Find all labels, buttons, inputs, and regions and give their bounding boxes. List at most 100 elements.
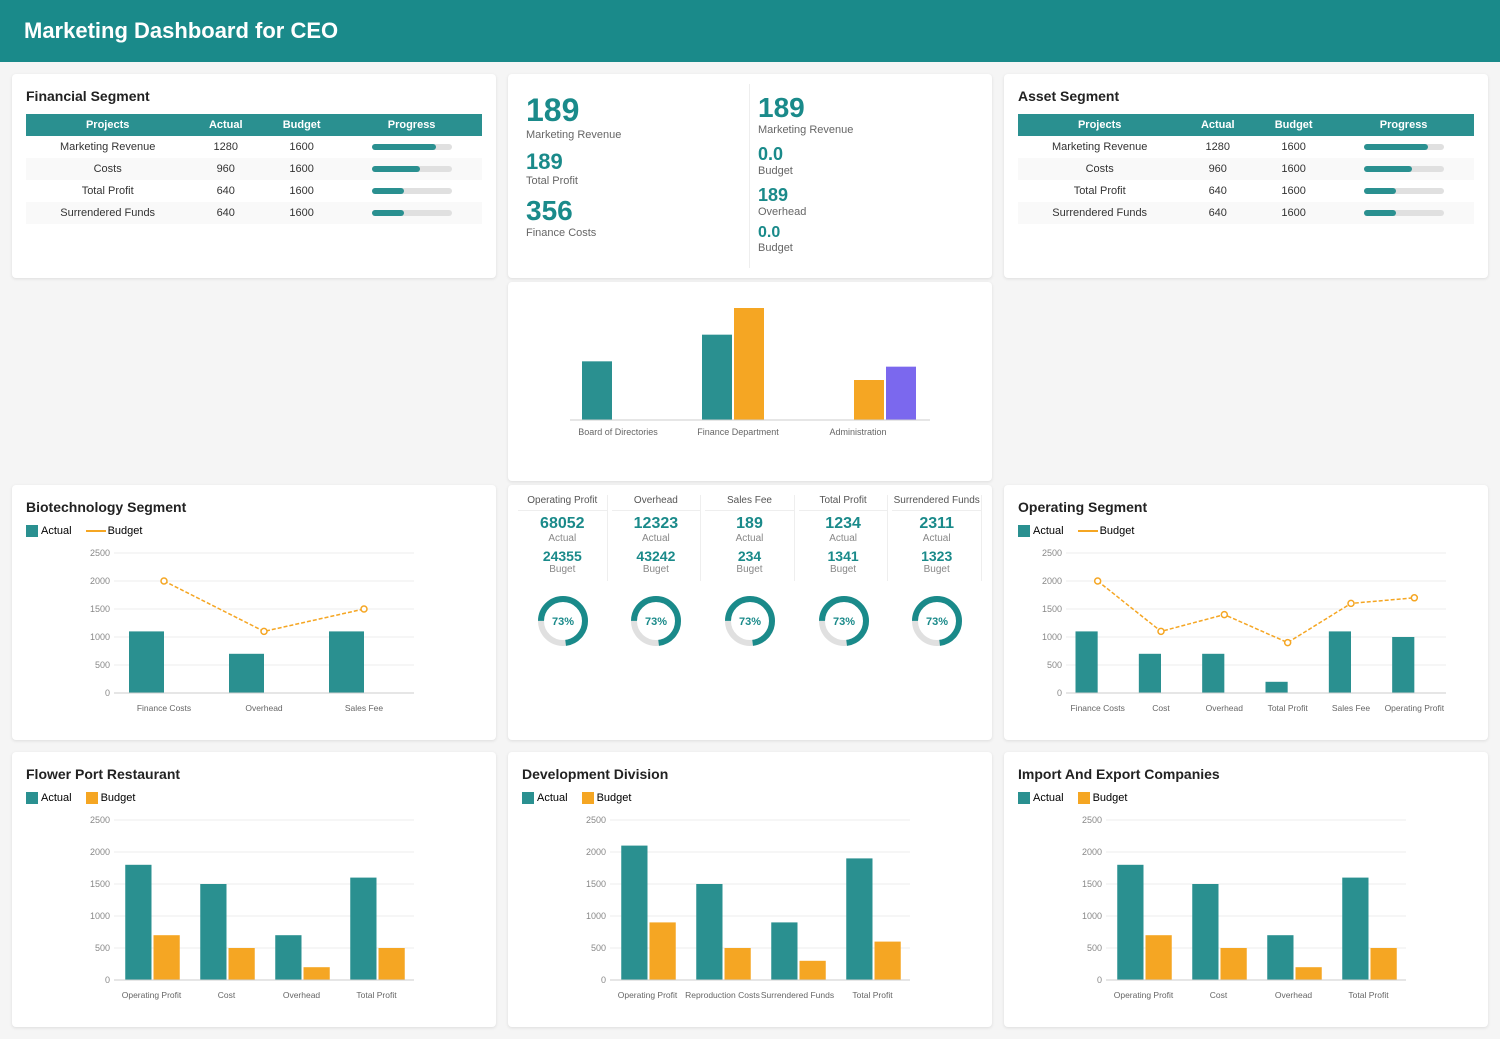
table-row: Surrendered Funds6401600 xyxy=(26,202,482,224)
svg-text:1500: 1500 xyxy=(586,879,606,889)
svg-text:Total Profit: Total Profit xyxy=(356,990,397,1000)
metric-col: Total Profit 1234 Actual 1341 Buget xyxy=(799,495,889,581)
donut-svg: 73% xyxy=(814,591,874,651)
svg-text:500: 500 xyxy=(95,660,110,670)
header: Marketing Dashboard for CEO xyxy=(0,0,1500,62)
metric-col: Surrendered Funds 2311 Actual 1323 Buget xyxy=(892,495,982,581)
bar-chart-top-card: Board of DirectoriesFinance DepartmentAd… xyxy=(508,282,992,481)
svg-text:Board of Directories: Board of Directories xyxy=(578,427,658,437)
asset-col-actual: Actual xyxy=(1181,114,1254,136)
asset-table: Projects Actual Budget Progress Marketin… xyxy=(1018,114,1474,224)
donut-container: 73% xyxy=(612,591,702,651)
metric-budget-label: Buget xyxy=(705,564,794,575)
center-top-card: 189 Marketing Revenue 189 Total Profit 3… xyxy=(508,74,992,278)
metric-actual-label: Actual xyxy=(892,533,981,544)
table-row: Costs9601600 xyxy=(1018,158,1474,180)
asset-title: Asset Segment xyxy=(1018,88,1474,104)
metric-budget-val: 1341 xyxy=(799,548,888,564)
svg-text:0: 0 xyxy=(1097,975,1102,985)
metrics-card: Operating Profit 68052 Actual 24355 Buge… xyxy=(508,485,992,740)
center-right-big: 189 xyxy=(758,92,974,124)
svg-text:0: 0 xyxy=(1057,688,1062,698)
svg-text:Total Profit: Total Profit xyxy=(1268,703,1309,713)
fp-budget-box xyxy=(86,792,98,804)
center-big-number: 189 xyxy=(526,92,741,129)
svg-text:500: 500 xyxy=(95,943,110,953)
metric-header: Surrendered Funds xyxy=(892,495,981,511)
dev-budget-box xyxy=(582,792,594,804)
metric-budget-label: Buget xyxy=(892,564,981,575)
center-right-label: Marketing Revenue xyxy=(758,124,974,136)
svg-text:73%: 73% xyxy=(833,616,855,628)
svg-text:Overhead: Overhead xyxy=(245,703,283,713)
svg-text:73%: 73% xyxy=(739,616,761,628)
svg-text:Operating Profit: Operating Profit xyxy=(1385,703,1445,713)
svg-text:Operating Profit: Operating Profit xyxy=(122,990,182,1000)
donut-container: 73% xyxy=(892,591,982,651)
svg-text:2500: 2500 xyxy=(586,815,606,825)
financial-segment-card: Financial Segment Projects Actual Budget… xyxy=(12,74,496,278)
metric-budget-label: Buget xyxy=(612,564,701,575)
metric-actual-label: Actual xyxy=(705,533,794,544)
center-big-label: Marketing Revenue xyxy=(526,129,741,141)
metric-actual-val: 12323 xyxy=(612,515,701,533)
svg-text:1500: 1500 xyxy=(1082,879,1102,889)
dev-legend: Actual Budget xyxy=(522,792,978,804)
svg-text:2000: 2000 xyxy=(90,847,110,857)
development-card: Development Division Actual Budget 05001… xyxy=(508,752,992,1027)
metric-col: Sales Fee 189 Actual 234 Buget xyxy=(705,495,795,581)
operating-title: Operating Segment xyxy=(1018,499,1474,515)
table-row: Total Profit6401600 xyxy=(26,180,482,202)
svg-text:Cost: Cost xyxy=(1152,703,1170,713)
metric-budget-val: 1323 xyxy=(892,548,981,564)
svg-text:Reproduction Costs: Reproduction Costs xyxy=(685,990,760,1000)
metric-budget-val: 24355 xyxy=(518,548,607,564)
ie-budget-box xyxy=(1078,792,1090,804)
asset-col-progress: Progress xyxy=(1333,114,1474,136)
svg-text:Cost: Cost xyxy=(218,990,236,1000)
donut-svg: 73% xyxy=(626,591,686,651)
svg-text:Administration: Administration xyxy=(829,427,886,437)
svg-text:Overhead: Overhead xyxy=(1275,990,1313,1000)
col-progress: Progress xyxy=(341,114,482,136)
svg-text:Overhead: Overhead xyxy=(1206,703,1244,713)
svg-text:Total Profit: Total Profit xyxy=(1348,990,1389,1000)
fp-actual-box xyxy=(26,792,38,804)
svg-text:Operating Profit: Operating Profit xyxy=(1114,990,1174,1000)
svg-text:1000: 1000 xyxy=(1082,911,1102,921)
operating-segment-card: Operating Segment Actual Budget 05001000… xyxy=(1004,485,1488,740)
svg-text:73%: 73% xyxy=(645,616,667,628)
page-title: Marketing Dashboard for CEO xyxy=(24,18,338,43)
metric-header: Sales Fee xyxy=(705,495,794,511)
flower-port-title: Flower Port Restaurant xyxy=(26,766,482,782)
metric-actual-val: 1234 xyxy=(799,515,888,533)
svg-text:500: 500 xyxy=(1087,943,1102,953)
financial-table: Projects Actual Budget Progress Marketin… xyxy=(26,114,482,224)
metric-col: Overhead 12323 Actual 43242 Buget xyxy=(612,495,702,581)
donut-svg: 73% xyxy=(720,591,780,651)
asset-col-projects: Projects xyxy=(1018,114,1181,136)
financial-title: Financial Segment xyxy=(26,88,482,104)
ie-actual-box xyxy=(1018,792,1030,804)
svg-text:1000: 1000 xyxy=(1042,632,1062,642)
metric-budget-val: 234 xyxy=(705,548,794,564)
metric-actual-val: 2311 xyxy=(892,515,981,533)
asset-col-budget: Budget xyxy=(1254,114,1333,136)
asset-segment-card: Asset Segment Projects Actual Budget Pro… xyxy=(1004,74,1488,278)
table-row: Marketing Revenue12801600 xyxy=(26,136,482,158)
budget-val: 0.0 xyxy=(758,144,783,164)
svg-text:Sales Fee: Sales Fee xyxy=(1332,703,1371,713)
svg-text:Cost: Cost xyxy=(1210,990,1228,1000)
svg-text:73%: 73% xyxy=(552,616,574,628)
svg-text:2500: 2500 xyxy=(90,548,110,558)
table-row: Surrendered Funds6401600 xyxy=(1018,202,1474,224)
overhead-budget: 0.0 xyxy=(758,224,780,241)
overhead-number: 189 xyxy=(758,185,788,205)
op-actual-box xyxy=(1018,525,1030,537)
svg-text:2500: 2500 xyxy=(1082,815,1102,825)
svg-text:1000: 1000 xyxy=(586,911,606,921)
metric-col: Operating Profit 68052 Actual 24355 Buge… xyxy=(518,495,608,581)
op-legend: Actual Budget xyxy=(1018,525,1474,537)
svg-text:Overhead: Overhead xyxy=(283,990,321,1000)
svg-text:2500: 2500 xyxy=(1042,548,1062,558)
